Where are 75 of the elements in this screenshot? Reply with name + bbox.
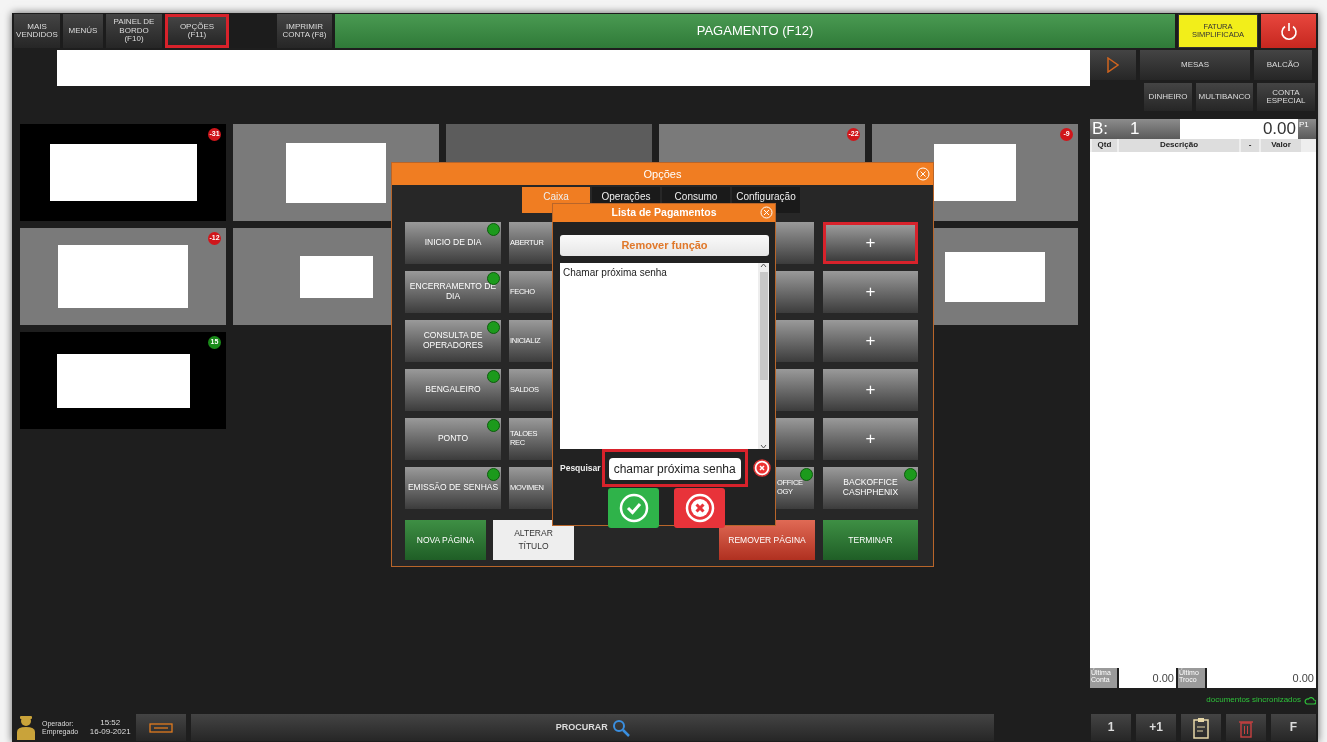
drawer-icon	[149, 722, 174, 733]
function-button[interactable]: +	[823, 271, 918, 313]
clipboard-icon	[1192, 716, 1210, 739]
play-icon	[1107, 57, 1119, 73]
dialog-title: Opções	[643, 166, 682, 182]
check-icon	[618, 493, 649, 523]
footer-button[interactable]: TERMINAR	[823, 520, 918, 560]
clear-icon[interactable]	[752, 459, 771, 477]
column-header: Qtd	[1092, 139, 1117, 152]
delete-button[interactable]	[1226, 714, 1266, 741]
cancel-button[interactable]	[674, 488, 725, 528]
button-edge[interactable]	[776, 271, 814, 313]
function-button[interactable]: EMISSÃO DE SENHAS	[405, 467, 501, 509]
payment-button[interactable]: MULTIBANCO	[1196, 83, 1253, 111]
clipboard-button[interactable]	[1181, 714, 1221, 741]
key-button[interactable]: F	[1271, 714, 1316, 741]
input-field[interactable]	[57, 50, 1090, 86]
confirm-button[interactable]	[608, 488, 659, 528]
footer-button[interactable]: NOVA PÁGINA	[405, 520, 486, 560]
nav-button[interactable]: MESAS	[1140, 50, 1250, 80]
search-field[interactable]: chamar próxima senha	[608, 458, 741, 480]
search-label: Pesquisar	[560, 461, 601, 475]
scrollbar[interactable]	[758, 263, 769, 449]
nav-button[interactable]: BALCÃO	[1254, 50, 1312, 80]
toolbar-button[interactable]: MAIS VENDIDOS	[14, 14, 60, 48]
clock-time: 15:52	[100, 718, 121, 728]
drawer-button[interactable]	[136, 714, 187, 741]
search-button[interactable]: PROCURAR	[191, 714, 995, 741]
function-button[interactable]: +	[823, 222, 918, 264]
power-icon	[1278, 21, 1299, 41]
function-button[interactable]: BACKOFFICE CASHPHENIX	[823, 467, 918, 509]
toolbar-button[interactable]: IMPRIMIR CONTA (F8)	[277, 14, 332, 48]
column-header: -	[1241, 139, 1259, 152]
list-item[interactable]: Chamar próxima senha	[563, 265, 755, 280]
key-button[interactable]: 1	[1091, 714, 1131, 741]
toolbar-button[interactable]: OPÇÕES (F11)	[165, 14, 229, 48]
button-edge[interactable]	[776, 222, 814, 264]
cancel-icon	[684, 493, 715, 523]
button-edge[interactable]	[776, 369, 814, 411]
cloud-icon	[1304, 695, 1316, 705]
function-button[interactable]: +	[823, 369, 918, 411]
scroll-up-icon	[760, 263, 767, 268]
play-button[interactable]	[1090, 50, 1136, 80]
operator-icon	[15, 714, 37, 740]
key-button[interactable]: +1	[1136, 714, 1176, 741]
search-icon	[611, 718, 630, 737]
toolbar-button[interactable]: MENÚS	[63, 14, 103, 48]
button-edge[interactable]	[776, 418, 814, 460]
sync-status: documentos sincronizados	[1206, 694, 1301, 706]
footer-button[interactable]: REMOVER PÁGINA	[719, 520, 815, 560]
power-button[interactable]	[1261, 14, 1316, 48]
price-level: P1	[1299, 119, 1309, 131]
function-button[interactable]: PONTO	[405, 418, 501, 460]
payment-button[interactable]: DINHEIRO	[1144, 83, 1192, 111]
column-header: Valor	[1261, 139, 1301, 152]
close-icon[interactable]	[760, 206, 773, 219]
account-number: 1	[1130, 118, 1141, 141]
clock-date: 16-09-2021	[89, 727, 131, 737]
amount-field: 0.00	[1119, 668, 1176, 688]
amount-field: 0.00	[1207, 668, 1316, 688]
function-button[interactable]: INICIO DE DIA	[405, 222, 501, 264]
title-bar: PAGAMENTO (F12)	[335, 14, 1175, 48]
footer-button[interactable]: ALTERAR TÍTULO	[493, 520, 574, 560]
function-button[interactable]: +	[823, 418, 918, 460]
scroll-down-icon	[760, 444, 767, 449]
account-total: 0.00	[1180, 119, 1298, 139]
close-icon[interactable]	[916, 167, 930, 181]
account-prefix: B:	[1091, 118, 1110, 141]
button-edge[interactable]	[776, 320, 814, 362]
payment-button[interactable]: CONTA ESPECIAL	[1257, 83, 1315, 111]
function-button[interactable]: BENGALEIRO	[405, 369, 501, 411]
function-button[interactable]: CONSULTA DE OPERADORES	[405, 320, 501, 362]
toolbar-button[interactable]: PAINEL DE BORDO (F10)	[106, 14, 162, 48]
column-header: Descrição	[1119, 139, 1239, 152]
function-button[interactable]: +	[823, 320, 918, 362]
